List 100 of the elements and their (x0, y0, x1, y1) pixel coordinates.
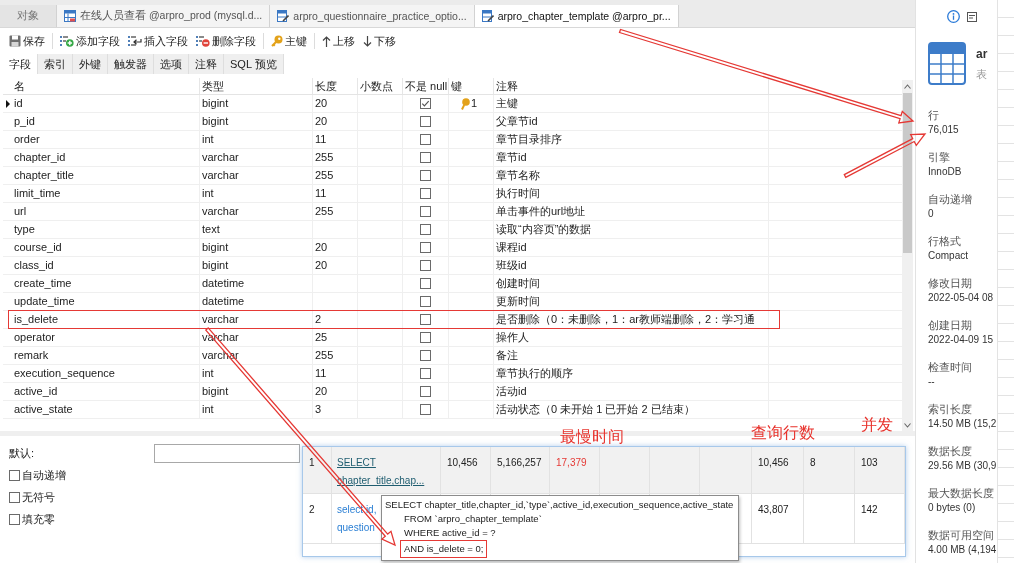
table-cell: p_id (12, 113, 200, 130)
table-cell: 11 (313, 185, 358, 202)
checkbox-label[interactable]: 填充零 (22, 511, 55, 527)
property-label: 行格式 (928, 234, 962, 249)
column-header: 不是 null (403, 78, 449, 94)
checkbox[interactable] (420, 242, 431, 253)
property-value: 2022-04-09 15 (928, 333, 995, 347)
table-cell: 是否删除（0：未删除，1：ar教师端删除，2：学习通 (494, 311, 769, 328)
table-cell: 11 (313, 131, 358, 148)
sql-line: FROM `arpro_chapter_template` (403, 512, 542, 526)
table-cell: is_delete (12, 311, 200, 328)
checkbox[interactable] (420, 206, 431, 217)
primary-key-button[interactable]: 主键 (270, 32, 308, 50)
table-cell: text (200, 221, 313, 238)
table-cell: bigint (200, 239, 313, 256)
designer-tab[interactable]: 触发器 (108, 54, 154, 74)
editor-tab[interactable]: arpro_chapter_template @arpro_pr... (474, 5, 679, 27)
property-value: 29.56 MB (30,9 (928, 459, 997, 473)
checkbox[interactable] (9, 513, 20, 525)
annotation-label: 查询行数 (751, 424, 815, 442)
property-label: 自动递增 (928, 192, 973, 207)
default-value-field[interactable] (154, 444, 300, 463)
checkbox[interactable] (420, 188, 431, 199)
info-icon[interactable] (947, 10, 960, 23)
designer-tab[interactable]: 注释 (189, 54, 224, 74)
document-icon[interactable] (967, 11, 977, 22)
table-cell: execution_sequence (12, 365, 200, 382)
property-label: 数据可用空间 (928, 528, 995, 543)
delete-field-icon (196, 35, 210, 47)
checkbox-label[interactable]: 无符号 (22, 489, 55, 505)
checkbox[interactable] (420, 404, 431, 415)
table-cell: 创建时间 (494, 275, 769, 292)
move-up-button[interactable]: 上移 (321, 32, 356, 50)
scrollbar[interactable] (902, 80, 913, 431)
designer-tab[interactable]: 字段 (3, 54, 38, 74)
checkbox[interactable] (420, 350, 431, 361)
checkbox[interactable] (420, 116, 431, 127)
checkbox[interactable] (420, 278, 431, 289)
table-cell: 操作人 (494, 329, 769, 346)
checkbox[interactable] (420, 170, 431, 181)
checkbox[interactable] (420, 152, 431, 163)
sql-line: WHERE active_id = ? (403, 526, 496, 540)
view-icon (64, 10, 76, 22)
property-label: 数据长度 (928, 444, 973, 459)
table-cell: 255 (313, 347, 358, 364)
move-down-button[interactable]: 下移 (362, 32, 397, 50)
table-cell: chapter_title (12, 167, 200, 184)
checkbox[interactable] (420, 260, 431, 271)
table-cell: course_id (12, 239, 200, 256)
designer-tab[interactable]: SQL 预览 (224, 54, 284, 74)
scroll-down-icon[interactable] (904, 423, 911, 428)
checkbox[interactable] (9, 469, 20, 481)
property-value: InnoDB (928, 165, 963, 179)
table-cell: 255 (313, 167, 358, 184)
editor-tab[interactable]: 在线人员查看 @arpro_prod (mysql.d... (57, 5, 271, 27)
add-field-button[interactable]: 添加字段 (59, 32, 121, 50)
scrollbar-thumb[interactable] (903, 93, 912, 253)
table-cell: int (200, 401, 313, 418)
column-header: 名 (12, 78, 200, 94)
table-cell: 2 (303, 494, 332, 543)
checkbox[interactable] (420, 98, 431, 109)
table-cell: 更新时间 (494, 293, 769, 310)
checkbox[interactable] (420, 296, 431, 307)
designer-tab[interactable]: 选项 (154, 54, 189, 74)
table-cell: 20 (313, 95, 358, 112)
table-cell: datetime (200, 275, 313, 292)
table-edit-icon (277, 10, 290, 22)
designer-tab[interactable]: 索引 (38, 54, 73, 74)
column-header: 小数点 (358, 78, 403, 94)
table-cell: 章节执行的顺序 (494, 365, 769, 382)
scroll-up-icon[interactable] (904, 84, 911, 89)
checkbox[interactable] (420, 134, 431, 145)
table-cell: int (200, 365, 313, 382)
table-cell: 10,456 (752, 447, 804, 493)
save-button[interactable]: 保存 (8, 32, 46, 50)
checkbox[interactable] (420, 332, 431, 343)
sql-line: AND is_delete = 0; (385, 540, 488, 558)
property-label: 行 (928, 108, 940, 123)
delete-field-button[interactable]: 删除字段 (195, 32, 257, 50)
table-cell: 3 (313, 401, 358, 418)
checkbox[interactable] (420, 314, 431, 325)
table-cell: varchar (200, 311, 313, 328)
checkbox[interactable] (420, 368, 431, 379)
checkbox[interactable] (420, 224, 431, 235)
checkbox[interactable] (9, 491, 20, 503)
editor-tab[interactable]: arpro_questionnaire_practice_optio... (270, 5, 475, 27)
editor-tab[interactable]: 对象 (0, 5, 57, 27)
checkbox[interactable] (420, 386, 431, 397)
table-cell: update_time (12, 293, 200, 310)
sql-link[interactable]: select id, question (337, 501, 379, 537)
table-cell: varchar (200, 203, 313, 220)
designer-tab[interactable]: 外键 (73, 54, 108, 74)
table-name: ar (976, 47, 988, 61)
column-header: 注释 (494, 78, 769, 94)
property-value: -- (928, 375, 936, 389)
annotation-label: 并发 (861, 416, 893, 434)
insert-field-button[interactable]: 插入字段 (127, 32, 189, 50)
table-cell: 25 (313, 329, 358, 346)
checkbox-label[interactable]: 自动递增 (22, 467, 66, 483)
property-label: 最大数据长度 (928, 486, 995, 501)
